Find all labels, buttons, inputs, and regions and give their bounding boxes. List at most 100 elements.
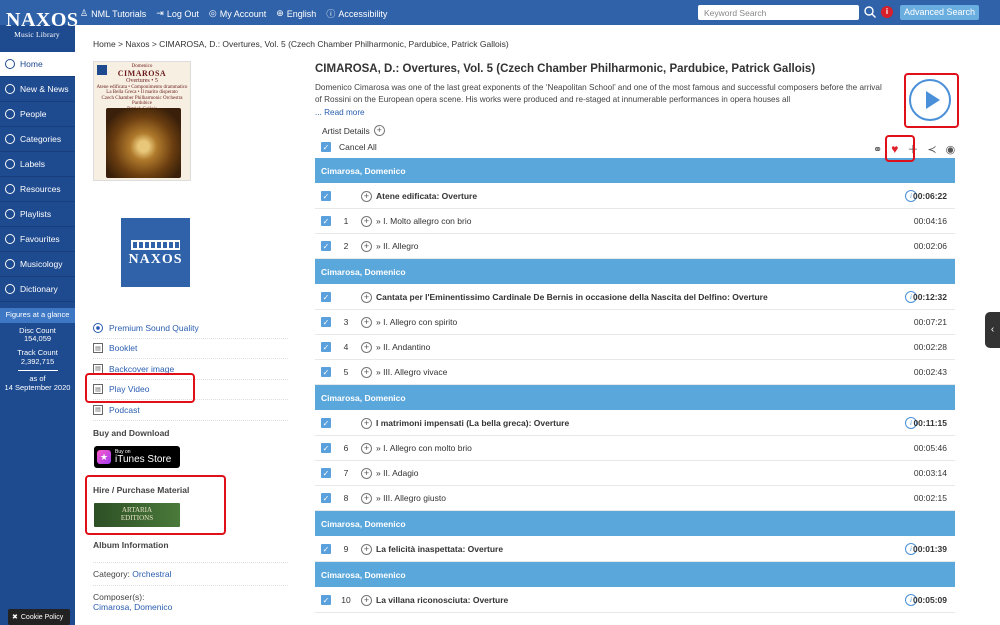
track-row[interactable]: ✓ 5 + » III. Allegro vivace 00:02:43: [315, 360, 955, 385]
itunes-store-button[interactable]: ★ Buy on iTunes Store: [94, 446, 180, 468]
plus-icon[interactable]: +: [361, 594, 372, 606]
album-cover[interactable]: Domenico CIMAROSA Overtures • 5 Atene ed…: [93, 61, 191, 181]
plus-icon[interactable]: +: [361, 190, 372, 202]
advanced-search-button[interactable]: Advanced Search: [900, 5, 979, 20]
topnav-item-accessibility[interactable]: ⓘ Accessibility: [326, 7, 387, 20]
cancel-all-toggle[interactable]: ✓ Cancel All: [321, 142, 377, 152]
track-number: 6: [343, 443, 349, 453]
sidebar-item-dictionary[interactable]: Dictionary: [0, 277, 75, 302]
sidebar-item-labels[interactable]: Labels: [0, 152, 75, 177]
plus-icon[interactable]: +: [361, 316, 372, 328]
composer-group-header[interactable]: Cimarosa, Domenico: [315, 511, 955, 537]
link-icon[interactable]: ⚭: [873, 143, 882, 156]
plus-icon[interactable]: +: [373, 125, 385, 136]
link-premium-sound-quality[interactable]: Premium Sound Quality: [93, 318, 288, 339]
composer-group-header[interactable]: Cimarosa, Domenico: [315, 259, 955, 285]
plus-icon[interactable]: +: [361, 417, 372, 429]
track-title[interactable]: » I. Allegro con molto brio: [376, 443, 472, 453]
track-row[interactable]: ✓ 6 + » I. Allegro con molto brio 00:05:46: [315, 436, 955, 461]
search-icon[interactable]: [863, 5, 877, 19]
work-row[interactable]: ✓ 9 + La felicità inaspettata: Overture i 00:…: [315, 537, 955, 562]
track-row[interactable]: ✓ 7 + » II. Adagio 00:03:14: [315, 461, 955, 486]
plus-icon[interactable]: +: [361, 215, 372, 227]
link-podcast[interactable]: ▤ Podcast: [93, 400, 288, 421]
topnav-item-english[interactable]: ⊕ English: [276, 7, 316, 20]
checkbox-icon[interactable]: ✓: [321, 191, 331, 201]
sidebar-item-playlists[interactable]: Playlists: [0, 202, 75, 227]
plus-icon[interactable]: +: [361, 291, 372, 303]
link-booklet[interactable]: ▤ Booklet: [93, 339, 288, 359]
artist-details-toggle[interactable]: Artist Details +: [322, 125, 385, 136]
sidebar-item-resources[interactable]: Resources: [0, 177, 75, 202]
category-link[interactable]: Orchestral: [132, 569, 171, 579]
track-title[interactable]: » II. Allegro: [376, 241, 419, 251]
breadcrumb[interactable]: Home > Naxos > CIMAROSA, D.: Overtures, …: [93, 39, 509, 49]
topnav-item-log-out[interactable]: ⇥ Log Out: [156, 7, 199, 20]
chevron-left-icon[interactable]: ‹: [985, 312, 1000, 348]
share-icon[interactable]: ≺: [927, 143, 936, 156]
checkbox-icon[interactable]: ✓: [321, 367, 331, 377]
composer-link[interactable]: Cimarosa, Domenico: [93, 602, 172, 612]
track-title[interactable]: Atene edificata: Overture: [376, 191, 477, 201]
sidebar-item-people[interactable]: People: [0, 102, 75, 127]
plus-icon[interactable]: +: [361, 366, 372, 378]
work-row[interactable]: ✓ + Cantata per l'Eminentissimo Cardinale …: [315, 285, 955, 310]
plus-icon[interactable]: +: [361, 543, 372, 555]
checkbox-icon[interactable]: ✓: [321, 317, 331, 327]
checkbox-icon[interactable]: ✓: [321, 493, 331, 503]
checkbox-icon[interactable]: ✓: [321, 595, 331, 605]
track-row[interactable]: ✓ 8 + » III. Allegro giusto 00:02:15: [315, 486, 955, 511]
track-row[interactable]: ✓ 2 + » II. Allegro 00:02:06: [315, 234, 955, 259]
track-row[interactable]: ✓ 4 + » II. Andantino 00:02:28: [315, 335, 955, 360]
track-title[interactable]: La felicità inaspettata: Overture: [376, 544, 503, 554]
naxos-music-library-logo[interactable]: NAXOS Music Library: [6, 10, 78, 39]
composer-group-header[interactable]: Cimarosa, Domenico: [315, 562, 955, 588]
topnav-item-my-account[interactable]: ◎ My Account: [209, 7, 266, 20]
checkbox-icon[interactable]: ✓: [321, 292, 331, 302]
plus-icon[interactable]: +: [361, 467, 372, 479]
divider: [17, 370, 58, 372]
work-row[interactable]: ✓ 10 + La villana riconosciuta: Overture i 00…: [315, 588, 955, 613]
track-title[interactable]: » I. Allegro con spirito: [376, 317, 457, 327]
track-title[interactable]: I matrimoni impensati (La bella greca): …: [376, 418, 569, 428]
sidebar-item-categories[interactable]: Categories: [0, 127, 75, 152]
checkbox-icon[interactable]: ✓: [321, 468, 331, 478]
work-row[interactable]: ✓ + Atene edificata: Overture i 00:06:22: [315, 184, 955, 209]
checkbox-icon[interactable]: ✓: [321, 443, 331, 453]
track-title[interactable]: La villana riconosciuta: Overture: [376, 595, 508, 605]
sidebar-item-favourites[interactable]: Favourites: [0, 227, 75, 252]
radio-icon[interactable]: ◉: [946, 143, 956, 156]
plus-icon[interactable]: +: [361, 341, 372, 353]
composer-group-header[interactable]: Cimarosa, Domenico: [315, 385, 955, 411]
search-input[interactable]: Keyword Search: [698, 5, 859, 20]
checkbox-icon[interactable]: ✓: [321, 241, 331, 251]
track-row[interactable]: ✓ 3 + » I. Allegro con spirito 00:07:21: [315, 310, 955, 335]
sidebar-item-new-news[interactable]: New & News: [0, 77, 75, 102]
plus-icon[interactable]: +: [361, 442, 372, 454]
sidebar-item-home[interactable]: Home: [0, 52, 75, 77]
track-title[interactable]: » III. Allegro giusto: [376, 493, 446, 503]
checkbox-icon[interactable]: ✓: [321, 342, 331, 352]
plus-icon[interactable]: +: [361, 240, 372, 252]
notification-icon[interactable]: i: [881, 6, 893, 18]
track-title[interactable]: Cantata per l'Eminentissimo Cardinale De…: [376, 292, 768, 302]
composer-group-header[interactable]: Cimarosa, Domenico: [315, 158, 955, 184]
checkbox-icon[interactable]: ✓: [321, 216, 331, 226]
checkbox-icon[interactable]: ✓: [321, 544, 331, 554]
sidebar-item-musicology[interactable]: Musicology: [0, 252, 75, 277]
track-row[interactable]: ✓ 1 + » I. Molto allegro con brio 00:04:16: [315, 209, 955, 234]
plus-icon[interactable]: +: [361, 492, 372, 504]
work-row[interactable]: ✓ + I matrimoni impensati (La bella greca)…: [315, 411, 955, 436]
checkbox-icon[interactable]: ✓: [321, 142, 331, 152]
cookie-policy-button[interactable]: ✖ Cookie Policy: [8, 609, 70, 625]
topnav-item-nml-tutorials[interactable]: ♙ NML Tutorials: [80, 7, 146, 20]
label-logo[interactable]: NAXOS: [121, 218, 190, 287]
track-title[interactable]: » I. Molto allegro con brio: [376, 216, 471, 226]
track-title[interactable]: » III. Allegro vivace: [376, 367, 447, 377]
sidebar-nav: Home New & News People Categories Labels Reso…: [0, 52, 75, 302]
checkbox-icon[interactable]: ✓: [321, 418, 331, 428]
track-title[interactable]: » II. Andantino: [376, 342, 430, 352]
resources-icon: [5, 184, 15, 194]
track-title[interactable]: » II. Adagio: [376, 468, 419, 478]
read-more-link[interactable]: ... Read more: [315, 108, 365, 117]
